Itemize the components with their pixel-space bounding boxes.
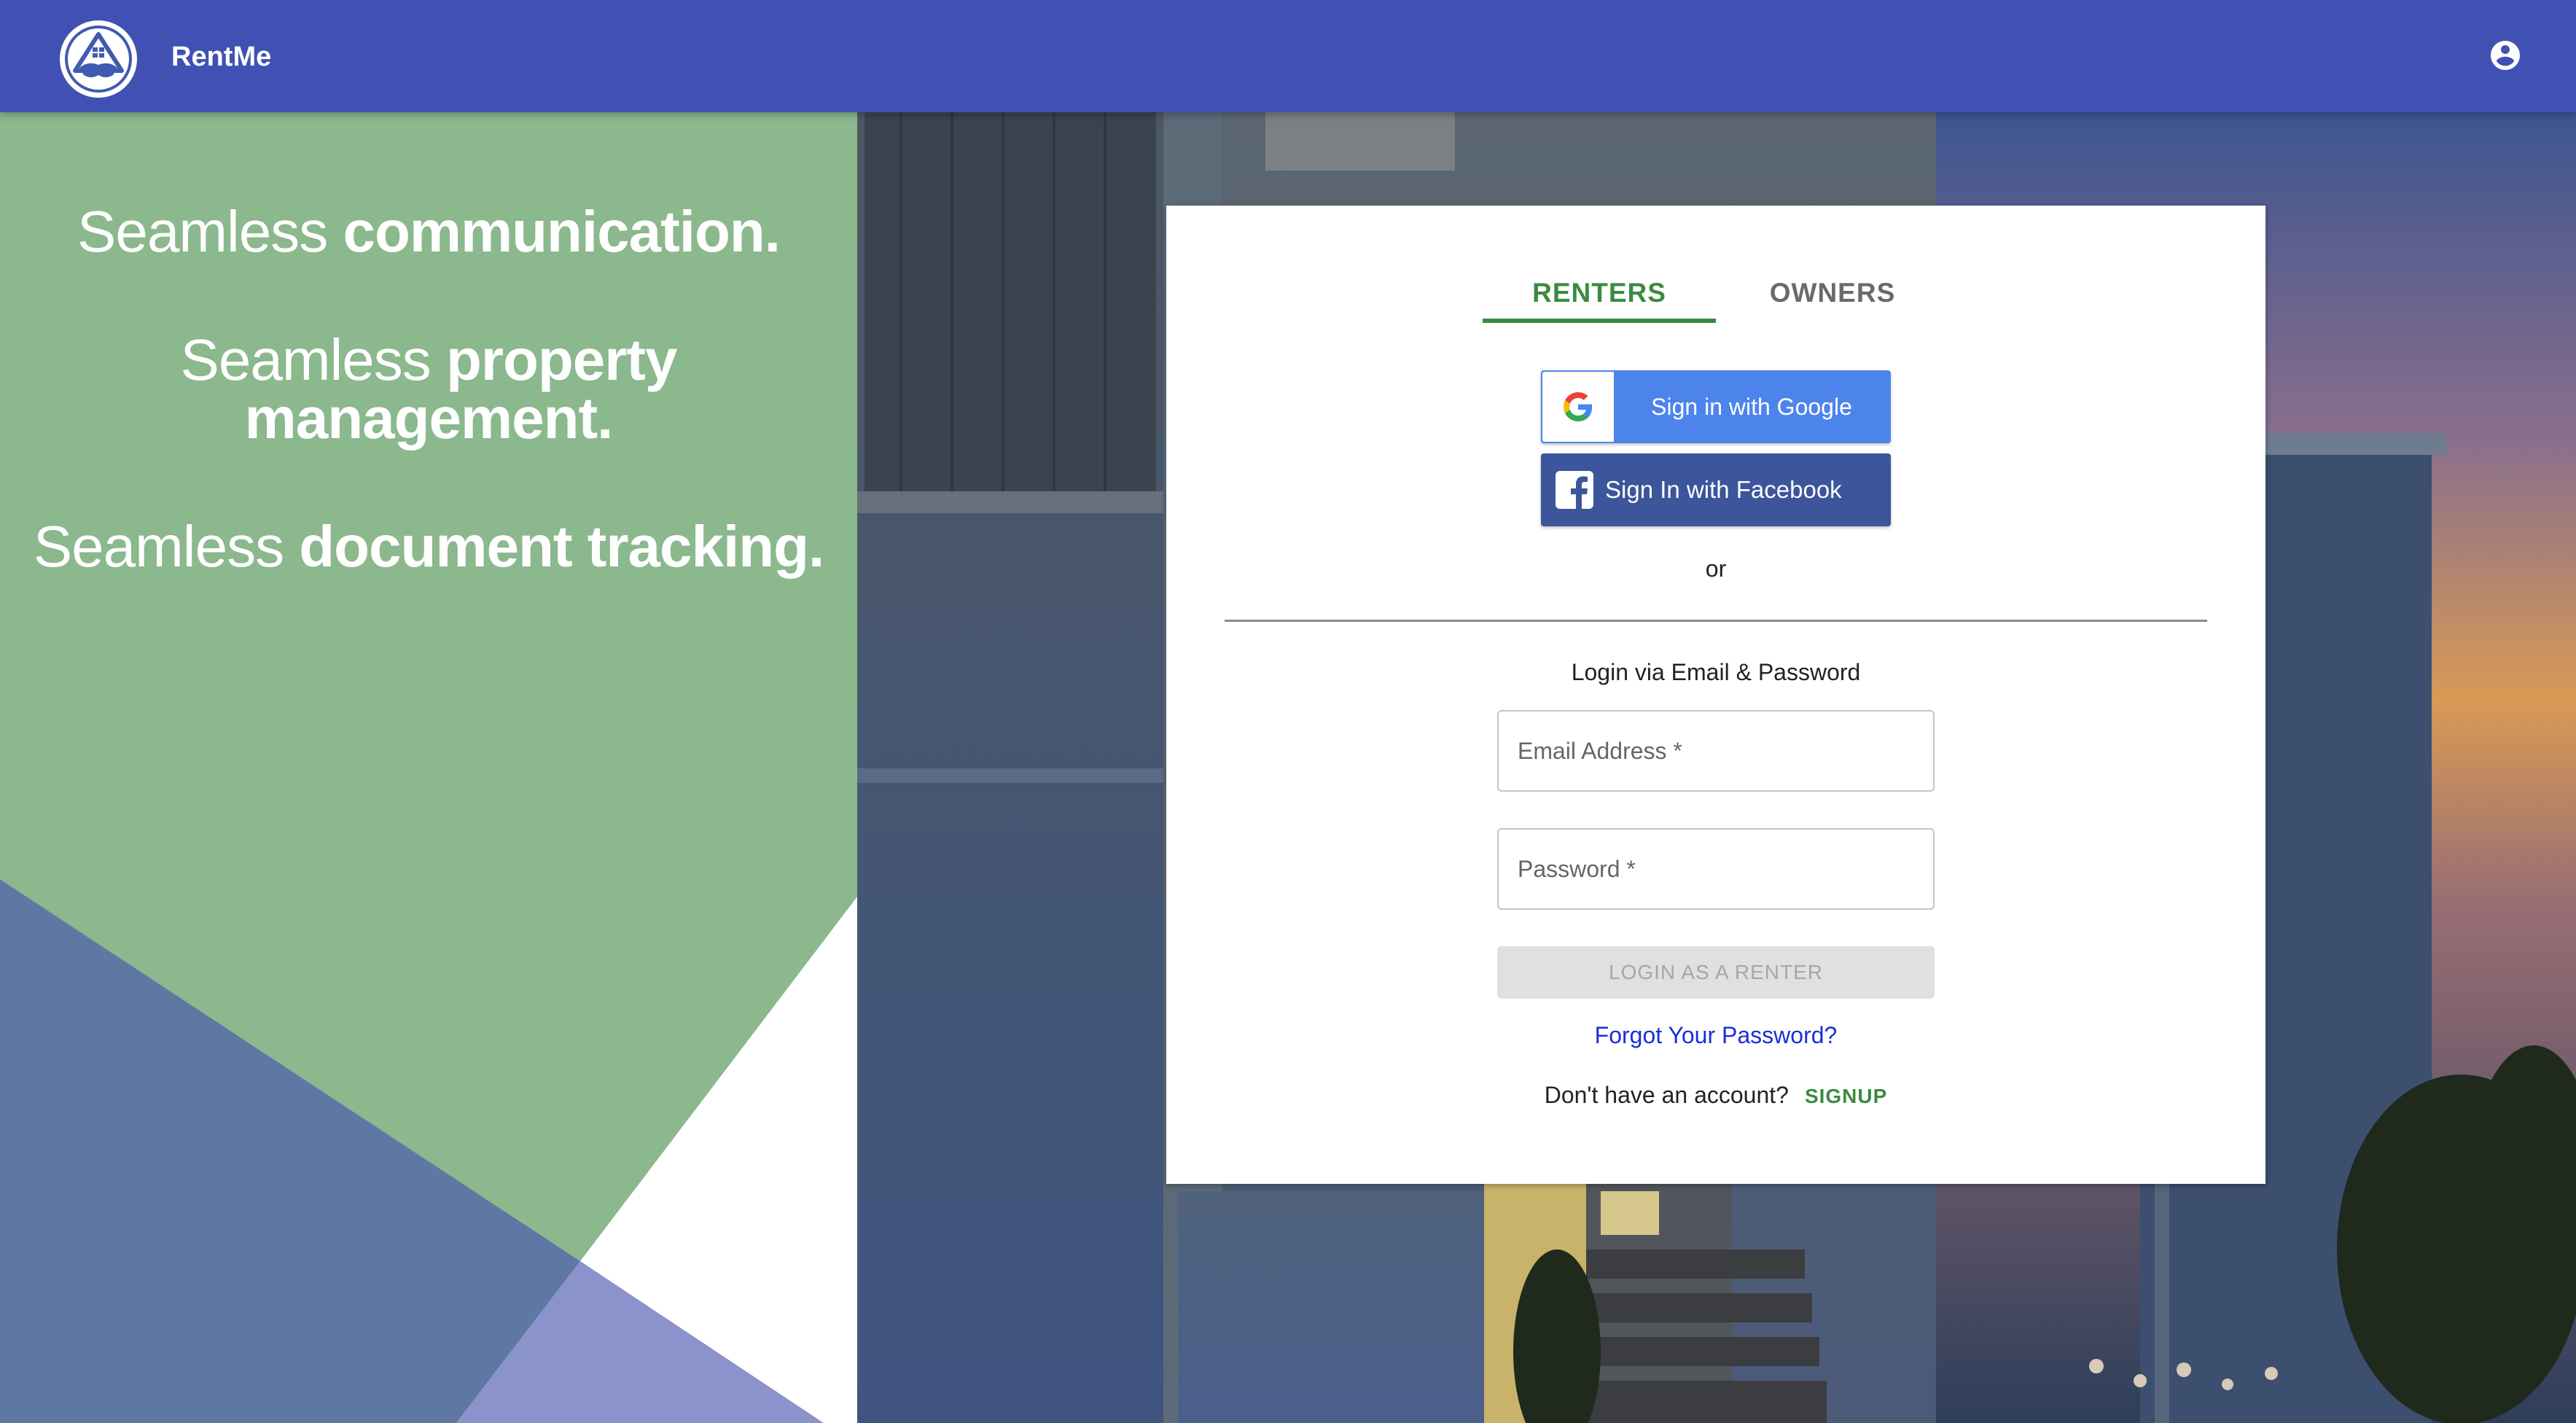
brand-name: RentMe	[171, 42, 272, 72]
signup-row: Don't have an account? SIGNUP	[1166, 1082, 2265, 1109]
or-separator-text: or	[1705, 555, 1727, 582]
google-icon	[1564, 392, 1593, 421]
promo-panel: Seamless communication. Seamless propert…	[0, 112, 857, 1423]
facebook-icon	[1556, 471, 1593, 509]
login-card: RENTERS OWNERS Sign in with Google Sign …	[1166, 206, 2265, 1184]
handshake-house-logo[interactable]	[59, 20, 138, 98]
google-signin-label: Sign in with Google	[1651, 394, 1852, 420]
tagline-document-tracking: Seamless document tracking.	[33, 514, 824, 579]
tagline-property-management: Seamless property management.	[180, 327, 678, 451]
no-account-text: Don't have an account?	[1544, 1082, 1789, 1108]
email-login-heading: Login via Email & Password	[1571, 659, 1861, 685]
app-bar: RentMe	[0, 0, 2576, 112]
login-as-renter-button[interactable]: LOGIN AS A RENTER	[1497, 946, 1935, 999]
tab-renters[interactable]: RENTERS	[1483, 264, 1716, 322]
facebook-signin-button[interactable]: Sign In with Facebook	[1541, 453, 1891, 526]
email-field[interactable]	[1497, 710, 1935, 792]
account-circle-icon[interactable]	[2488, 38, 2523, 73]
forgot-password-link[interactable]: Forgot Your Password?	[1166, 1022, 2265, 1049]
google-signin-button[interactable]: Sign in with Google	[1541, 370, 1891, 443]
facebook-signin-label: Sign In with Facebook	[1605, 476, 1842, 503]
signup-link[interactable]: SIGNUP	[1805, 1085, 1887, 1108]
tagline-communication: Seamless communication.	[77, 199, 781, 264]
google-icon-box	[1542, 372, 1614, 442]
active-tab-indicator	[1483, 319, 1716, 323]
divider	[1225, 620, 2207, 622]
tab-owners[interactable]: OWNERS	[1716, 264, 1949, 322]
promo-background	[0, 112, 857, 1423]
password-field[interactable]	[1497, 828, 1935, 910]
